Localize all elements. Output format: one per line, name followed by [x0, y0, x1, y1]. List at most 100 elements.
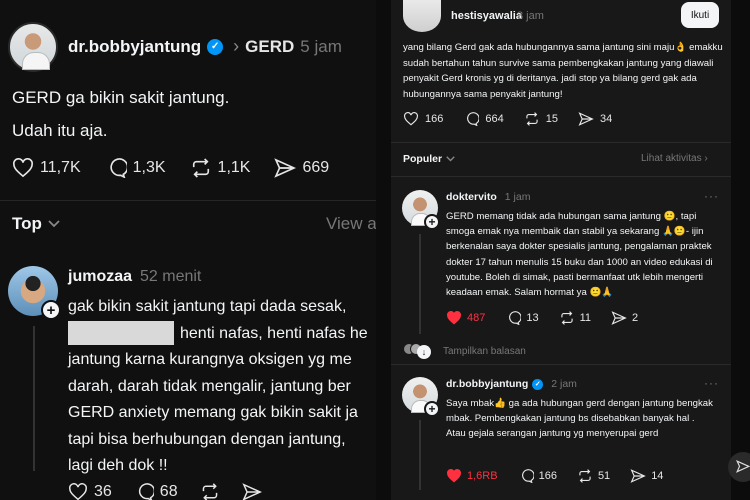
repost-count: 11 — [579, 312, 592, 324]
reply-username[interactable]: jumozaa — [68, 268, 132, 286]
share-button[interactable]: 34 — [578, 112, 612, 126]
reply-count: 664 — [485, 113, 504, 125]
share-button[interactable] — [241, 483, 262, 500]
divider — [0, 200, 376, 201]
more-options-icon[interactable]: ··· — [704, 189, 719, 203]
reply-count: 13 — [526, 312, 539, 324]
like-button[interactable]: 11,7K — [12, 158, 81, 178]
comment-icon — [467, 112, 480, 126]
left-thread-panel: dr.bobbyjantung ✓ › GERD 5 jam GERD ga b… — [0, 0, 376, 500]
view-activity-link[interactable]: View a — [326, 214, 376, 234]
repost-icon — [579, 469, 591, 483]
reply-button[interactable]: 68 — [134, 483, 178, 500]
repost-count: 1,1K — [217, 159, 251, 176]
thread-line — [419, 420, 421, 490]
arrow-down-icon: ↓ — [417, 345, 431, 359]
repost-icon — [526, 112, 538, 126]
repost-icon — [202, 483, 217, 500]
comment-actions: 487 13 11 2 — [446, 311, 638, 325]
avatar[interactable] — [403, 0, 441, 32]
view-activity-link[interactable]: Lihat aktivitas › — [641, 153, 708, 164]
share-fab[interactable] — [728, 452, 750, 482]
reply-button[interactable]: 664 — [463, 112, 504, 126]
share-count: 2 — [632, 312, 639, 324]
comment-icon — [521, 469, 534, 483]
comment-header: doktervito 1 jam — [446, 191, 530, 203]
comment-username[interactable]: dr.bobbyjantung — [446, 378, 528, 390]
reply-button[interactable]: 166 — [518, 469, 557, 483]
sort-dropdown[interactable]: Populer — [403, 153, 455, 165]
send-icon — [630, 469, 646, 483]
reply-count: 166 — [538, 470, 557, 482]
like-button[interactable]: 166 — [403, 112, 443, 126]
repost-count: 51 — [597, 470, 611, 482]
reply-button[interactable]: 13 — [505, 311, 539, 325]
comment-text: GERD memang tidak ada hubungan sama jant… — [446, 211, 713, 299]
comment-actions: 1,6RB 166 51 14 — [446, 469, 663, 483]
sort-dropdown[interactable]: Top — [12, 214, 60, 234]
comment-time: 1 jam — [504, 191, 531, 203]
reply-text-line: henti nafas, henti nafas he — [180, 324, 368, 342]
reply-button[interactable]: 1,3K — [105, 158, 166, 178]
comment-username[interactable]: doktervito — [446, 191, 497, 203]
reply-text-line: darah, darah tidak mengalir, jantung ber — [68, 377, 351, 395]
follow-plus-icon[interactable]: + — [424, 401, 440, 417]
topic-tag[interactable]: GERD — [245, 37, 294, 57]
send-icon — [274, 158, 297, 178]
share-button[interactable]: 669 — [274, 158, 329, 178]
repost-count: 15 — [545, 113, 558, 125]
show-replies-link[interactable]: ↓ Tampilkan balasan — [403, 343, 526, 359]
share-button[interactable]: 2 — [611, 311, 638, 325]
post-text: yang bilang Gerd gak ada hubungannya sam… — [403, 42, 723, 100]
heart-icon — [13, 158, 33, 178]
verified-icon: ✓ — [207, 38, 224, 55]
gutter — [376, 0, 391, 500]
chevron-right-icon: › — [233, 36, 240, 56]
post-text-line: GERD ga bikin sakit jantung. — [12, 88, 230, 107]
repost-button[interactable]: 1,1K — [190, 158, 251, 178]
comment-icon — [138, 483, 154, 500]
reply-count: 1,3K — [132, 159, 166, 176]
share-button[interactable]: 14 — [630, 469, 663, 483]
reply-text-line: jantung karna kurangnya oksigen yg me — [68, 351, 352, 368]
share-count: 34 — [599, 113, 613, 125]
share-count: 14 — [651, 470, 664, 482]
like-count: 1,6RB — [467, 470, 498, 482]
heart-icon — [404, 112, 418, 126]
reply-text-line: lagi deh dok !! — [68, 457, 168, 474]
avatar[interactable] — [8, 22, 58, 72]
repost-button[interactable]: 15 — [524, 112, 558, 126]
like-button[interactable]: 487 — [446, 311, 485, 325]
like-count: 166 — [425, 113, 444, 125]
send-icon — [241, 483, 262, 500]
reply-text-row: henti nafas, henti nafas he — [68, 321, 376, 348]
post-time: 5 jam — [300, 36, 342, 56]
reply-text-line: GERD anxiety memang gak bikin sakit ja — [68, 404, 358, 421]
post-username[interactable]: dr.bobbyjantung — [68, 37, 201, 57]
repost-button[interactable]: 11 — [559, 311, 591, 325]
comment-icon — [109, 158, 127, 178]
post-username[interactable]: hestisyawalia — [451, 10, 522, 22]
sort-label: Populer — [403, 153, 443, 165]
comment-icon — [509, 311, 522, 325]
divider — [391, 364, 731, 365]
send-icon — [578, 112, 594, 126]
redacted-block — [68, 321, 174, 346]
show-replies-label: Tampilkan balasan — [443, 345, 526, 357]
repost-button[interactable]: 51 — [577, 469, 610, 483]
reply-time: 52 menit — [140, 268, 202, 285]
reply-text-line: tapi bisa berhubungan dengan jantung, — [68, 430, 346, 448]
repost-icon — [192, 158, 209, 178]
like-button[interactable]: 1,6RB — [446, 469, 498, 483]
divider — [391, 142, 731, 143]
follow-button[interactable]: Ikuti — [681, 2, 719, 28]
follow-plus-icon[interactable]: + — [41, 300, 61, 320]
more-options-icon[interactable]: ··· — [704, 376, 719, 390]
follow-plus-icon[interactable]: + — [424, 214, 440, 230]
reply-avatars: ↓ — [403, 343, 437, 359]
like-button[interactable]: 36 — [68, 483, 112, 500]
thread-line — [33, 326, 35, 471]
post-text-line: Udah itu aja. — [12, 121, 108, 140]
like-count: 11,7K — [40, 159, 81, 176]
repost-button[interactable] — [200, 483, 220, 500]
